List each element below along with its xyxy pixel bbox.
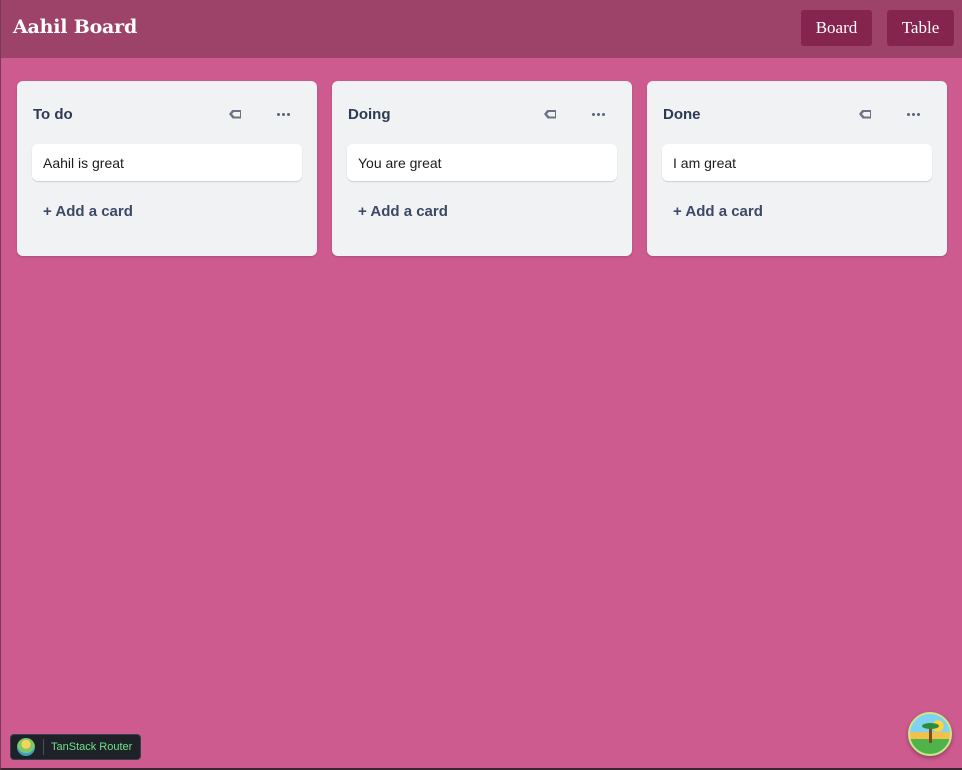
list-title: Doing xyxy=(348,106,391,123)
list-to-do: To do Aahil is great + Add a card xyxy=(17,81,317,256)
add-card-button[interactable]: + Add a card xyxy=(673,203,763,220)
card[interactable]: You are great xyxy=(347,144,617,181)
add-card-button[interactable]: + Add a card xyxy=(43,203,133,220)
island-logo-icon[interactable] xyxy=(908,712,952,756)
more-horizontal-icon[interactable] xyxy=(270,103,296,125)
tag-icon[interactable] xyxy=(537,103,563,125)
board-view-button[interactable]: Board xyxy=(801,10,872,46)
list-done: Done I am great + Add a card xyxy=(647,81,947,256)
add-card-button[interactable]: + Add a card xyxy=(358,203,448,220)
tag-icon[interactable] xyxy=(222,103,248,125)
card[interactable]: Aahil is great xyxy=(32,144,302,181)
devtools-label: TanStack Router xyxy=(51,741,133,753)
table-view-button[interactable]: Table xyxy=(887,10,954,46)
tanstack-logo-icon xyxy=(17,738,35,756)
board-title: Aahil Board xyxy=(13,16,138,38)
list-title: To do xyxy=(33,106,73,123)
card[interactable]: I am great xyxy=(662,144,932,181)
more-horizontal-icon[interactable] xyxy=(900,103,926,125)
more-horizontal-icon[interactable] xyxy=(585,103,611,125)
divider xyxy=(43,739,44,755)
tanstack-router-devtools-button[interactable]: TanStack Router xyxy=(10,734,141,760)
top-bar: Aahil Board Board Table xyxy=(1,0,962,58)
list-doing: Doing You are great + Add a card xyxy=(332,81,632,256)
tag-icon[interactable] xyxy=(852,103,878,125)
list-title: Done xyxy=(663,106,701,123)
